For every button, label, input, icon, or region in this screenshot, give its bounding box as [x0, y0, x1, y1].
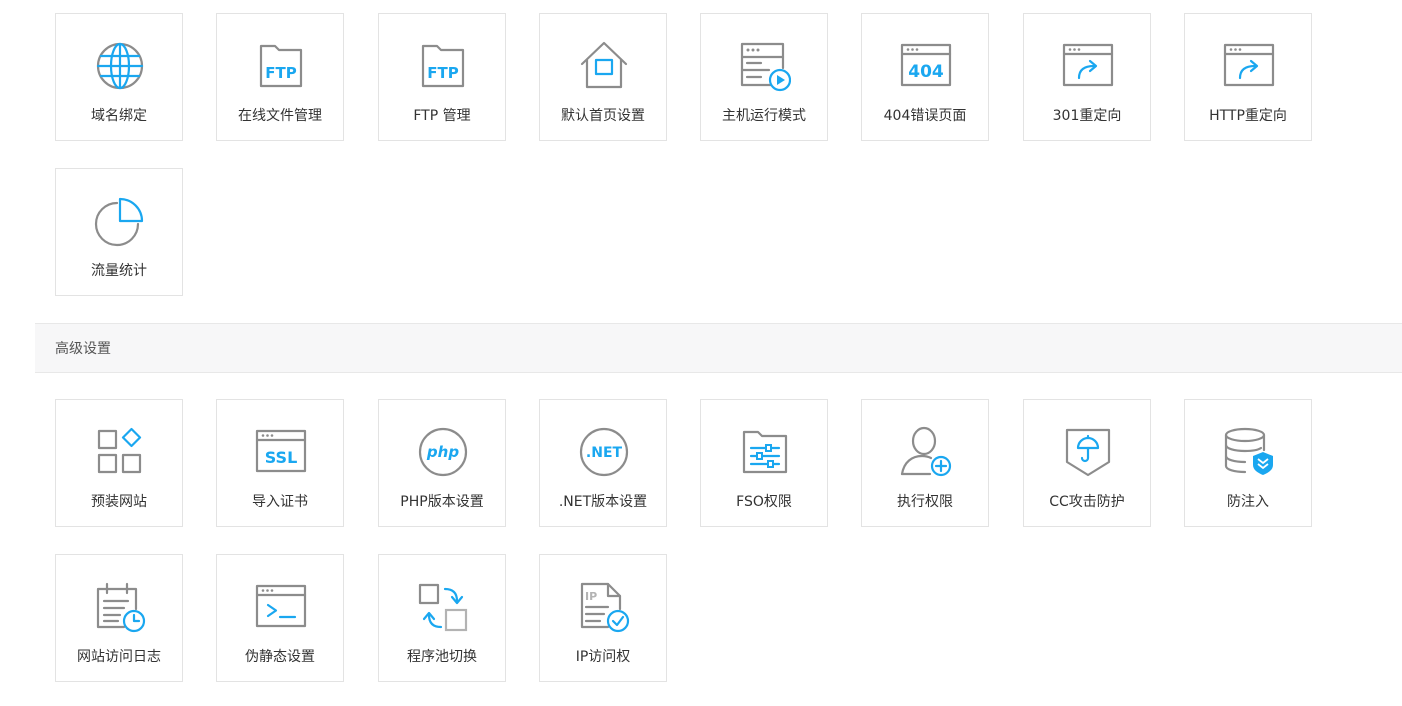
tile-ftp-manager[interactable]: FTP FTP 管理	[378, 13, 506, 141]
tile-label: 404错误页面	[883, 108, 967, 124]
tile-host-run-mode[interactable]: 主机运行模式	[700, 13, 828, 141]
tile-ip-access[interactable]: IP IP访问权	[539, 554, 667, 682]
swap-icon	[417, 581, 469, 633]
error-code-text: 404	[908, 62, 944, 82]
tile-label: IP访问权	[575, 649, 631, 665]
tile-label: 导入证书	[252, 494, 308, 510]
tile-404-page[interactable]: 404 404错误页面	[861, 13, 989, 141]
tile-label: .NET版本设置	[558, 494, 648, 510]
ftp-icon-text: FTP	[265, 64, 296, 82]
php-icon: php	[417, 426, 469, 478]
tile-label: 程序池切换	[407, 649, 477, 665]
ftp-folder-icon: FTP	[417, 40, 469, 92]
ftp-icon-text: FTP	[427, 64, 458, 82]
terminal-icon	[255, 581, 307, 633]
tile-dotnet-version[interactable]: .NET .NET版本设置	[539, 399, 667, 527]
shield-umbrella-icon	[1062, 426, 1114, 478]
tile-label: 301重定向	[1052, 108, 1122, 124]
log-clock-icon	[94, 581, 146, 633]
tile-label: 流量统计	[91, 263, 147, 279]
tile-preinstall-site[interactable]: 预装网站	[55, 399, 183, 527]
folder-settings-icon	[739, 426, 791, 478]
tile-label: 在线文件管理	[238, 108, 322, 124]
tile-label: 执行权限	[897, 494, 953, 510]
tile-anti-injection[interactable]: 防注入	[1184, 399, 1312, 527]
tile-default-homepage[interactable]: 默认首页设置	[539, 13, 667, 141]
user-add-icon	[900, 426, 952, 478]
home-icon	[578, 40, 630, 92]
php-text: php	[426, 443, 459, 461]
tile-label: 网站访问日志	[77, 649, 161, 665]
tile-label: CC攻击防护	[1049, 494, 1125, 510]
server-play-icon	[739, 40, 791, 92]
tile-label: FTP 管理	[413, 108, 471, 124]
ip-text: IP	[585, 590, 597, 603]
tile-traffic-stats[interactable]: 流量统计	[55, 168, 183, 296]
tile-domain-binding[interactable]: 域名绑定	[55, 13, 183, 141]
tile-label: 预装网站	[91, 494, 147, 510]
database-shield-icon	[1223, 426, 1275, 478]
tile-label: 默认首页设置	[561, 108, 645, 124]
ftp-folder-icon: FTP	[255, 40, 307, 92]
ssl-certificate-icon: SSL	[255, 426, 307, 478]
tile-cc-protection[interactable]: CC攻击防护	[1023, 399, 1151, 527]
advanced-settings-header: 高级设置	[35, 323, 1402, 373]
tile-label: HTTP重定向	[1209, 108, 1287, 124]
tile-php-version[interactable]: php PHP版本设置	[378, 399, 506, 527]
redirect-window-icon	[1223, 40, 1275, 92]
tile-import-certificate[interactable]: SSL 导入证书	[216, 399, 344, 527]
tile-app-pool-switch[interactable]: 程序池切换	[378, 554, 506, 682]
tile-label: PHP版本设置	[400, 494, 484, 510]
tile-url-rewrite[interactable]: 伪静态设置	[216, 554, 344, 682]
dotnet-icon: .NET	[578, 426, 630, 478]
error-404-icon: 404	[900, 40, 952, 92]
tile-http-redirect[interactable]: HTTP重定向	[1184, 13, 1312, 141]
globe-icon	[94, 40, 146, 92]
tile-label: FSO权限	[736, 494, 792, 510]
ip-check-icon: IP	[578, 581, 630, 633]
tile-label: 域名绑定	[91, 108, 147, 124]
pie-chart-icon	[94, 195, 146, 247]
tile-online-file-manager[interactable]: FTP 在线文件管理	[216, 13, 344, 141]
tile-301-redirect[interactable]: 301重定向	[1023, 13, 1151, 141]
tile-label: 主机运行模式	[722, 108, 806, 124]
dotnet-text: .NET	[586, 445, 623, 461]
tile-label: 防注入	[1227, 494, 1269, 510]
tile-execute-permission[interactable]: 执行权限	[861, 399, 989, 527]
section-title: 高级设置	[55, 341, 111, 357]
tile-label: 伪静态设置	[245, 649, 315, 665]
redirect-window-icon	[1062, 40, 1114, 92]
apps-grid-icon	[94, 426, 146, 478]
ssl-text: SSL	[265, 448, 298, 467]
tile-fso-permission[interactable]: FSO权限	[700, 399, 828, 527]
tile-access-log[interactable]: 网站访问日志	[55, 554, 183, 682]
